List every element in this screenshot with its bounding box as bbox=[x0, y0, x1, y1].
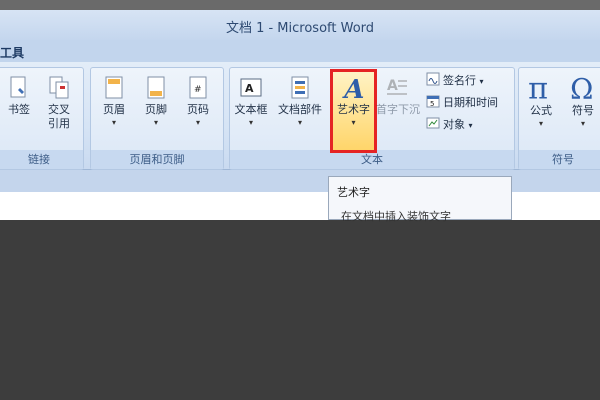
tab-row bbox=[0, 40, 600, 62]
highlight-frame bbox=[330, 69, 377, 153]
quick-parts-label: 文档部件 bbox=[278, 103, 322, 116]
object-label: 对象 bbox=[443, 118, 465, 131]
chevron-down-icon: ▾ bbox=[538, 119, 543, 128]
drop-cap-button[interactable]: A 首字下沉 bbox=[376, 72, 420, 154]
cross-reference-label-1: 交叉 bbox=[48, 103, 70, 116]
tooltip-description: 在文档中插入装饰文字 bbox=[341, 210, 451, 223]
footer-icon bbox=[147, 76, 165, 99]
equation-button[interactable]: π 公式 ▾ bbox=[524, 72, 558, 154]
omega-icon: Ω bbox=[570, 73, 593, 101]
svg-text:Ω: Ω bbox=[570, 73, 593, 101]
calendar-icon: 5 bbox=[426, 95, 440, 108]
equation-label: 公式 bbox=[530, 104, 552, 117]
cross-reference-icon bbox=[49, 76, 69, 99]
bookmark-icon bbox=[10, 76, 26, 98]
date-time-button[interactable]: 5 日期和时间 bbox=[426, 94, 498, 112]
signature-line-label: 签名行 bbox=[443, 74, 476, 87]
quick-parts-icon bbox=[291, 76, 309, 99]
tab-label[interactable]: 工具 bbox=[0, 44, 24, 61]
cross-reference-label-2: 引用 bbox=[48, 117, 70, 130]
chevron-down-icon: ▾ bbox=[297, 118, 302, 127]
textbox-icon: A bbox=[240, 78, 262, 97]
bookmark-button[interactable]: 书签 bbox=[2, 72, 36, 154]
symbol-button[interactable]: Ω 符号 ▾ bbox=[566, 72, 600, 154]
chevron-down-icon: ▾ bbox=[479, 77, 484, 86]
word-window: { "window": { "title": "文档 1 - Microsoft… bbox=[0, 0, 600, 400]
svg-text:π: π bbox=[528, 73, 548, 101]
chevron-down-icon: ▾ bbox=[153, 118, 158, 127]
window-title: 文档 1 - Microsoft Word bbox=[225, 21, 375, 36]
signature-line-button[interactable]: 签名行 ▾ bbox=[426, 72, 484, 90]
svg-text:A: A bbox=[387, 78, 398, 94]
quick-parts-button[interactable]: 文档部件 ▾ bbox=[277, 72, 323, 154]
signature-line-icon bbox=[426, 72, 440, 86]
footer-button[interactable]: 页脚 ▾ bbox=[139, 72, 173, 154]
pi-icon: π bbox=[528, 73, 548, 101]
date-time-label: 日期和时间 bbox=[443, 96, 498, 109]
header-label: 页眉 bbox=[103, 103, 125, 116]
header-button[interactable]: 页眉 ▾ bbox=[97, 72, 131, 154]
page-number-button[interactable]: # 页码 ▾ bbox=[181, 72, 215, 154]
footer-label: 页脚 bbox=[145, 103, 167, 116]
svg-text:5: 5 bbox=[430, 100, 434, 108]
chevron-down-icon: ▾ bbox=[111, 118, 116, 127]
svg-text:#: # bbox=[194, 85, 202, 95]
page-number-label: 页码 bbox=[187, 103, 209, 116]
textbox-button[interactable]: A 文本框 ▾ bbox=[234, 72, 268, 154]
wordart-tooltip: 艺术字 在文档中插入装饰文字 bbox=[328, 176, 512, 223]
svg-text:A: A bbox=[245, 82, 254, 95]
chevron-down-icon: ▾ bbox=[248, 118, 253, 127]
textbox-label: 文本框 bbox=[234, 103, 268, 116]
object-button[interactable]: 对象 ▾ bbox=[426, 116, 473, 134]
chevron-down-icon: ▾ bbox=[468, 121, 473, 130]
tooltip-title: 艺术字 bbox=[337, 186, 370, 199]
chevron-down-icon: ▾ bbox=[580, 119, 585, 128]
drop-cap-icon: A bbox=[387, 78, 407, 95]
top-edge bbox=[0, 0, 600, 10]
cross-reference-button[interactable]: 交叉 引用 bbox=[42, 72, 76, 154]
symbol-label: 符号 bbox=[572, 104, 594, 117]
chevron-down-icon: ▾ bbox=[195, 118, 200, 127]
bookmark-label: 书签 bbox=[8, 103, 30, 116]
page-number-icon: # bbox=[189, 76, 207, 99]
object-icon bbox=[426, 117, 440, 129]
header-icon bbox=[105, 76, 123, 99]
drop-cap-label: 首字下沉 bbox=[376, 103, 420, 116]
